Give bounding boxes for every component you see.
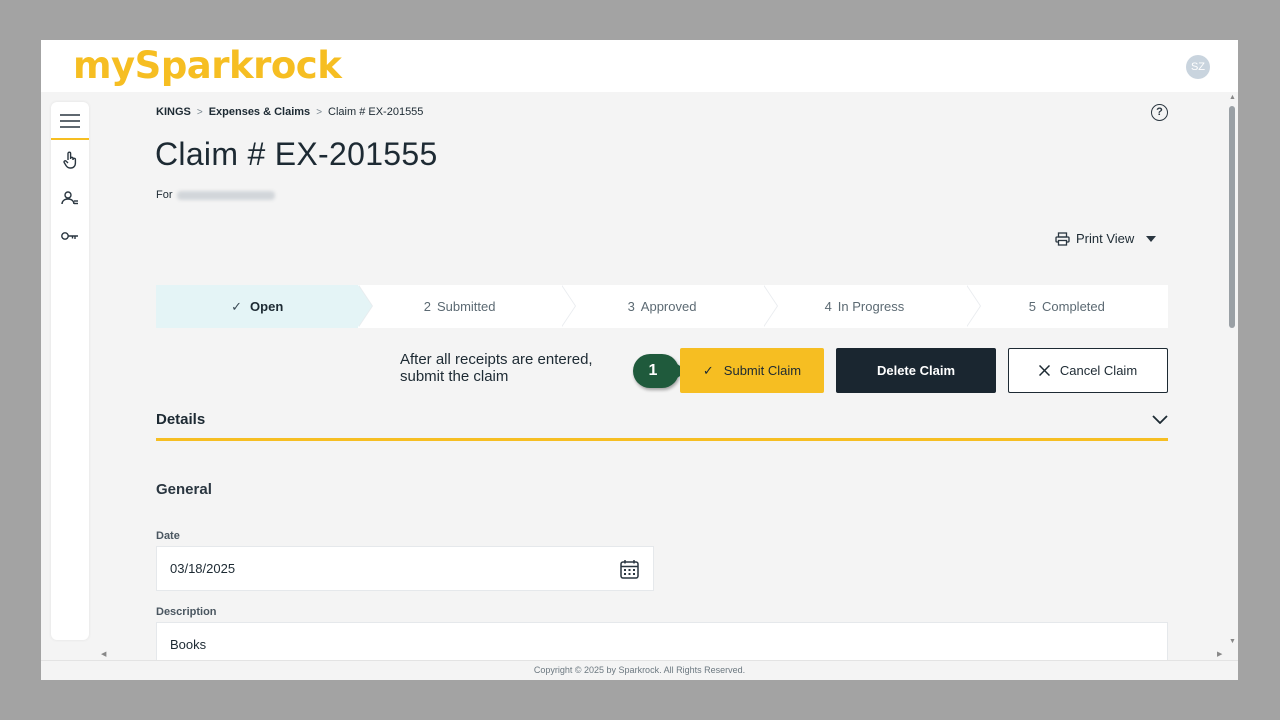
- printer-icon: [1055, 231, 1070, 246]
- check-icon: ✓: [702, 362, 714, 378]
- step-label: Submitted: [436, 299, 496, 314]
- date-label: Date: [156, 530, 180, 542]
- sidebar-item-self-service[interactable]: [51, 142, 89, 178]
- scroll-up-icon[interactable]: ▲: [1229, 94, 1236, 101]
- breadcrumb-item-current: Claim # EX-201555: [328, 106, 424, 118]
- close-icon: [1038, 365, 1050, 376]
- sidebar-item-people[interactable]: [51, 180, 89, 216]
- print-view-label: Print View: [1076, 231, 1135, 246]
- top-bar: mySparkrock SZ: [41, 40, 1238, 92]
- step-open: ✓ Open: [156, 285, 374, 328]
- breadcrumb-separator: >: [196, 106, 203, 118]
- step-label: Open: [250, 299, 284, 314]
- user-group-icon: [61, 191, 78, 205]
- caret-down-icon: [1146, 235, 1157, 242]
- description-label: Description: [156, 606, 217, 618]
- step-number: 5: [1028, 299, 1036, 314]
- date-field[interactable]: 03/18/2025: [156, 546, 654, 591]
- app-window: mySparkrock SZ KINGS > Expenses & Claims…: [41, 40, 1238, 680]
- sidebar: [51, 102, 89, 640]
- chevron-down-icon[interactable]: [1152, 414, 1168, 424]
- scroll-right-icon[interactable]: ▶: [1217, 650, 1222, 658]
- hamburger-menu-icon: [60, 114, 80, 128]
- cancel-claim-label: Cancel Claim: [1059, 363, 1138, 378]
- details-section-header[interactable]: Details: [156, 400, 1168, 441]
- step-submitted: 2 Submitted: [358, 285, 576, 328]
- callout-line-2: submit the claim: [400, 368, 509, 385]
- delete-claim-button[interactable]: Delete Claim: [836, 348, 996, 393]
- step-badge: 1: [633, 354, 688, 388]
- user-avatar[interactable]: SZ: [1186, 55, 1210, 79]
- print-view-button[interactable]: Print View: [1055, 231, 1157, 246]
- breadcrumb-item-kings[interactable]: KINGS: [156, 106, 191, 118]
- copyright-text: Copyright © 2025 by Sparkrock. All Right…: [533, 665, 746, 675]
- delete-claim-label: Delete Claim: [876, 363, 956, 378]
- page-title: Claim # EX-201555: [155, 136, 438, 172]
- step-number: 3: [627, 299, 635, 314]
- footer: Copyright © 2025 by Sparkrock. All Right…: [41, 660, 1238, 680]
- step-number: 4: [824, 299, 832, 314]
- step-in-progress: 4 In Progress: [763, 285, 981, 328]
- app-logo[interactable]: mySparkrock: [73, 42, 342, 90]
- for-label: For: [156, 189, 173, 201]
- general-heading: General: [156, 481, 212, 498]
- breadcrumb-item-expenses[interactable]: Expenses & Claims: [209, 106, 311, 118]
- step-label: Completed: [1042, 299, 1105, 314]
- redacted-name: [176, 190, 275, 200]
- callout-line-1: After all receipts are entered,: [400, 351, 593, 368]
- date-value: 03/18/2025: [170, 561, 236, 576]
- cancel-claim-button[interactable]: Cancel Claim: [1008, 348, 1168, 393]
- key-icon: [61, 232, 78, 240]
- submit-claim-label: Submit Claim: [723, 363, 802, 378]
- submit-claim-button[interactable]: ✓ Submit Claim: [680, 348, 824, 393]
- step-label: Approved: [640, 299, 697, 314]
- sidebar-item-access[interactable]: [51, 218, 89, 254]
- hamburger-menu-button[interactable]: [51, 104, 89, 140]
- calendar-icon[interactable]: [620, 559, 639, 579]
- scroll-left-icon[interactable]: ◀: [101, 650, 106, 658]
- claimant-line: For: [156, 189, 275, 201]
- breadcrumb-separator: >: [316, 106, 323, 118]
- breadcrumb: KINGS > Expenses & Claims > Claim # EX-2…: [156, 106, 423, 118]
- pointer-hand-icon: [63, 151, 77, 169]
- step-number: 2: [423, 299, 431, 314]
- details-label: Details: [156, 410, 206, 428]
- scrollbar-thumb[interactable]: [1229, 106, 1235, 328]
- checkmark-icon: ✓: [231, 298, 243, 314]
- tutorial-callout: After all receipts are entered, submit t…: [400, 351, 593, 385]
- step-completed: 5 Completed: [965, 285, 1169, 328]
- scroll-down-icon[interactable]: ▼: [1229, 638, 1236, 645]
- help-icon[interactable]: ?: [1151, 104, 1168, 121]
- horizontal-scrollbar[interactable]: ◀ ▶: [101, 650, 1231, 660]
- status-stepper: ✓ Open 2 Submitted 3 Approved 4 In Progr…: [156, 285, 1169, 328]
- step-label: In Progress: [837, 299, 905, 314]
- step-approved: 3 Approved: [560, 285, 779, 328]
